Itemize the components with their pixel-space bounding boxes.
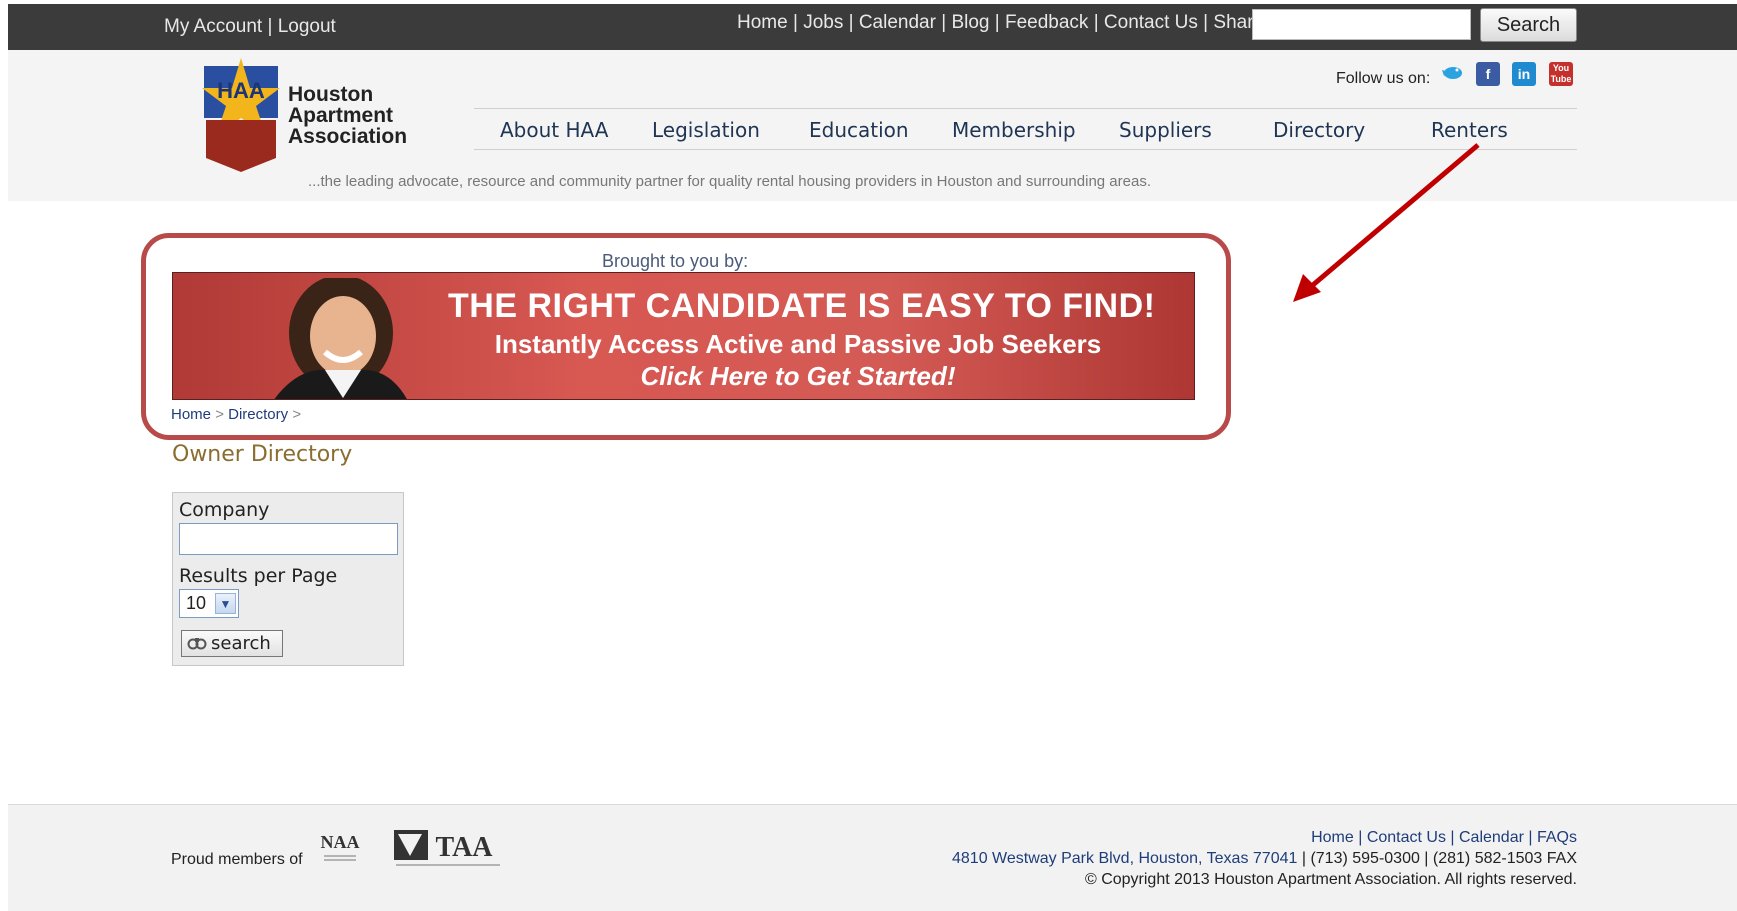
copyright: © Copyright 2013 Houston Apartment Assoc… (1084, 871, 1577, 888)
directory-search-label: search (211, 633, 271, 654)
my-account-link[interactable]: My Account (164, 16, 262, 37)
logo-line-2: Apartment (288, 104, 394, 127)
linkedin-icon[interactable]: in (1512, 62, 1536, 86)
breadcrumb-home[interactable]: Home (171, 406, 211, 423)
site-search-input[interactable] (1252, 9, 1471, 40)
breadcrumb-directory[interactable]: Directory (228, 406, 288, 423)
phone-numbers: | (713) 595-0300 | (281) 582-1503 FAX (1301, 850, 1577, 867)
results-per-page-select[interactable]: 10 ▼ (179, 589, 239, 618)
sponsor-label: Brought to you by: (602, 251, 749, 271)
nav-about[interactable]: About HAA (500, 118, 608, 142)
annotation-arrow-icon (1293, 143, 1480, 302)
naa-logo-text: NAA (321, 832, 360, 852)
site-search-button[interactable]: Search (1480, 8, 1577, 42)
breadcrumb-separator: > (292, 406, 302, 423)
banner-person-icon (274, 278, 407, 399)
top-nav-blog[interactable]: Blog (951, 12, 989, 33)
binoculars-icon (187, 638, 207, 650)
results-per-page-label: Results per Page (179, 565, 338, 587)
company-label: Company (179, 499, 270, 521)
top-nav-feedback[interactable]: Feedback (1005, 12, 1088, 33)
top-nav-jobs[interactable]: Jobs (803, 12, 843, 33)
taa-logo-icon[interactable]: TAA (392, 826, 504, 868)
directory-search-panel: Company Results per Page 10 ▼ search (172, 492, 404, 666)
footer-contact-link[interactable]: Contact Us (1367, 829, 1446, 846)
youtube-icon[interactable]: You Tube (1549, 62, 1573, 86)
top-nav: Home | Jobs | Calendar | Blog | Feedback… (737, 12, 1265, 33)
proud-members-label: Proud members of (171, 851, 303, 868)
logo-text[interactable]: Houston Apartment Association (288, 84, 407, 147)
account-links: My Account | Logout (164, 16, 336, 37)
sponsor-banner[interactable]: THE RIGHT CANDIDATE IS EASY TO FIND! Ins… (172, 272, 1195, 400)
footer-address: 4810 Westway Park Blvd, Houston, Texas 7… (952, 850, 1577, 868)
logo-line-3: Association (288, 125, 408, 148)
top-nav-home[interactable]: Home (737, 12, 788, 33)
top-nav-contact[interactable]: Contact Us (1104, 12, 1198, 33)
taa-logo-text: TAA (435, 832, 493, 863)
logout-link[interactable]: Logout (278, 16, 336, 37)
banner-cta[interactable]: Click Here to Get Started! (448, 361, 1148, 392)
chevron-down-icon[interactable]: ▼ (215, 593, 236, 614)
company-input[interactable] (179, 523, 398, 555)
naa-logo-icon[interactable]: NAA (316, 826, 364, 866)
follow-label: Follow us on: (1336, 70, 1431, 87)
facebook-icon[interactable]: f (1476, 62, 1500, 86)
address-link[interactable]: 4810 Westway Park Blvd, Houston, Texas 7… (952, 850, 1297, 867)
banner-subline: Instantly Access Active and Passive Job … (494, 329, 1102, 359)
twitter-icon[interactable] (1440, 62, 1464, 86)
directory-search-button[interactable]: search (181, 630, 283, 657)
top-nav-calendar[interactable]: Calendar (859, 12, 936, 33)
page-title: Owner Directory (172, 442, 353, 467)
breadcrumb: Home > Directory > (171, 406, 301, 423)
tagline: ...the leading advocate, resource and co… (308, 173, 1151, 190)
nav-renters[interactable]: Renters (1431, 118, 1508, 142)
nav-legislation[interactable]: Legislation (652, 118, 760, 142)
nav-directory[interactable]: Directory (1273, 118, 1365, 142)
logo-line-1: Houston (288, 83, 374, 106)
banner-headline: THE RIGHT CANDIDATE IS EASY TO FIND! (448, 287, 1156, 325)
nav-education[interactable]: Education (809, 118, 909, 142)
footer-links: Home | Contact Us | Calendar | FAQs (1311, 829, 1577, 846)
nav-suppliers[interactable]: Suppliers (1119, 118, 1212, 142)
footer-home-link[interactable]: Home (1311, 829, 1354, 846)
footer-calendar-link[interactable]: Calendar (1459, 829, 1524, 846)
footer-faqs-link[interactable]: FAQs (1537, 829, 1577, 846)
haa-logo-icon[interactable]: HAA (200, 58, 282, 172)
logo-mark: HAA (217, 78, 265, 103)
nav-membership[interactable]: Membership (952, 118, 1076, 142)
breadcrumb-separator: > (215, 406, 224, 423)
results-per-page-value: 10 (186, 593, 207, 613)
